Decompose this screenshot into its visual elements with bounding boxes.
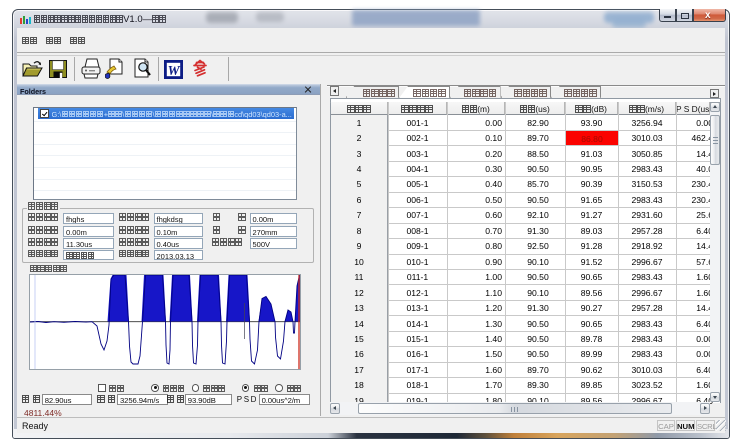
- svg-text:W: W: [168, 63, 181, 78]
